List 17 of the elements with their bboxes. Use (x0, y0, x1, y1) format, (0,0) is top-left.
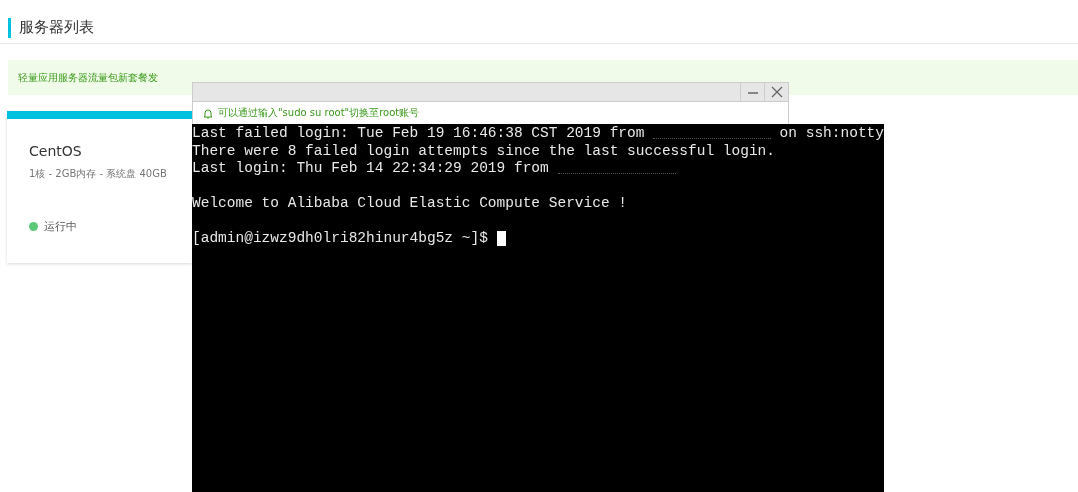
close-icon (770, 86, 783, 98)
server-specs: 1核 - 2GB内存 - 系统盘 40GB (29, 167, 168, 181)
status-dot-icon (29, 222, 38, 231)
title-accent-bar (8, 17, 11, 38)
server-status: 运行中 (44, 219, 77, 234)
notice-text: 可以通过输入"sudo su root"切换至root账号 (218, 106, 420, 120)
page-title: 服务器列表 (19, 18, 94, 37)
terminal-line: on ssh:notty (779, 125, 884, 143)
terminal-line: Last failed login: Tue Feb 19 16:46:38 CST 2019 from (192, 125, 645, 143)
server-os-name: CentOS (29, 143, 83, 159)
terminal-line: [admin@izwz9dh0lri82hinur4bg5z ~]$ (192, 230, 488, 248)
terminal-screen[interactable] (192, 124, 884, 492)
announcement-text[interactable]: 轻量应用服务器流量包新套餐发 (18, 70, 158, 85)
terminal-line: Last login: Thu Feb 14 22:34:29 2019 from (192, 160, 549, 178)
terminal-line: There were 8 failed login attempts since the last successful login. (192, 142, 775, 160)
bell-icon (203, 107, 213, 119)
terminal-line: Welcome to Alibaba Cloud Elastic Compute Service ! (192, 195, 628, 213)
